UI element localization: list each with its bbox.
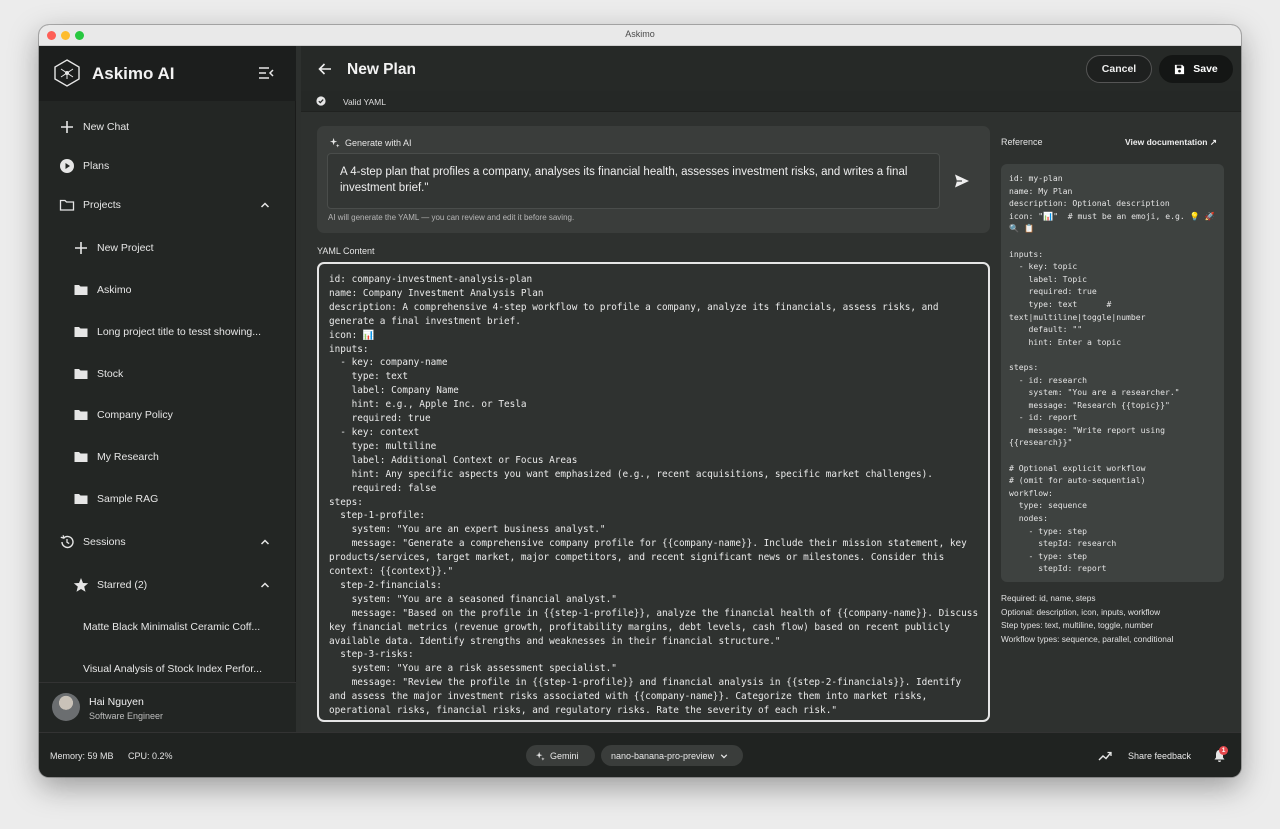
cancel-button[interactable]: Cancel [1086,55,1152,83]
sessions-label: Sessions [83,536,126,548]
validation-status: Valid YAML [343,97,386,107]
project-item[interactable]: Company Policy [39,401,296,429]
project-item[interactable]: Stock [39,360,296,388]
project-item[interactable]: Askimo [39,276,296,304]
folder-icon [74,369,88,379]
folder-outline-icon [59,199,75,211]
chevron-up-icon[interactable] [260,200,270,210]
cpu-usage: CPU: 0.2% [128,751,173,761]
ai-prompt-input[interactable]: A 4-step plan that profiles a company, a… [327,153,940,209]
save-button[interactable]: Save [1159,55,1233,83]
reference-example-code: id: my-plan name: My Plan description: O… [1009,173,1215,574]
plans-label: Plans [83,160,110,172]
reference-notes: Required: id, name, steps Optional: desc… [1001,592,1231,647]
window-title: Askimo [625,29,655,39]
yaml-content-label: YAML Content [317,246,375,256]
session-item[interactable]: Matte Black Minimalist Ceramic Coff... [39,613,296,641]
chevron-up-icon[interactable] [260,537,270,547]
project-item[interactable]: My Research [39,443,296,471]
history-icon [60,535,74,549]
chevron-down-icon [720,753,728,758]
notification-badge: 1 [1219,746,1228,755]
star-icon [73,578,89,592]
project-item-label: Sample RAG [97,493,159,505]
arrow-left-icon[interactable] [317,61,333,77]
plus-icon [75,242,87,254]
main-panel: New Plan Cancel Save Valid YAML Generate… [301,46,1241,732]
provider-selector[interactable]: Gemini [526,745,595,766]
sidebar: Askimo AI New Chat Plans Projects New Pr… [39,46,296,732]
app-window: Askimo Askimo AI New Chat Plans Projects… [39,25,1241,777]
new-chat-label: New Chat [83,121,130,133]
session-item-label: Matte Black Minimalist Ceramic Coff... [83,621,261,633]
share-feedback-button[interactable]: Share feedback [1128,751,1191,761]
sparkle-icon [535,751,545,761]
folder-icon [74,410,88,420]
title-bar: Askimo [39,25,1241,46]
status-bar: Memory: 59 MB CPU: 0.2% Gemini nano-bana… [39,732,1241,777]
reference-note: Workflow types: sequence, parallel, cond… [1001,634,1174,645]
brand-name: Askimo AI [92,64,175,83]
session-item[interactable]: Visual Analysis of Stock Index Perfor... [39,655,296,683]
folder-icon [74,285,88,295]
reference-title: Reference [1001,137,1043,147]
reference-note: Optional: description, icon, inputs, wor… [1001,606,1161,617]
plus-icon [61,121,73,133]
folder-icon [74,327,88,337]
play-circle-icon [60,159,74,173]
user-name: Hai Nguyen [89,696,144,708]
project-item-label: Long project title to tesst showing... [97,326,262,338]
save-label: Save [1193,63,1218,75]
yaml-editor-content[interactable]: id: company-investment-analysis-plan nam… [329,273,979,718]
session-item-label: Visual Analysis of Stock Index Perfor... [83,663,262,675]
page-header: New Plan Cancel Save [301,46,1241,91]
trending-up-icon[interactable] [1098,750,1112,762]
yaml-editor[interactable]: id: company-investment-analysis-plan nam… [317,262,990,722]
sidebar-item-starred[interactable]: Starred (2) [39,571,296,599]
projects-label: Projects [83,199,121,211]
project-item[interactable]: Long project title to tesst showing... [39,318,296,346]
model-label: nano-banana-pro-preview [611,750,715,761]
generate-title: Generate with AI [345,138,412,148]
view-documentation-link[interactable]: View documentation ↗ [1125,137,1217,148]
project-item[interactable]: Sample RAG [39,485,296,513]
validation-bar: Valid YAML [301,91,1241,112]
project-item-label: My Research [97,451,159,463]
generate-hint: AI will generate the YAML — you can revi… [328,213,575,222]
generate-with-ai-panel: Generate with AI A 4-step plan that prof… [317,126,990,233]
sidebar-item-plans[interactable]: Plans [39,152,296,180]
project-item-label: Stock [97,368,124,380]
sparkle-icon [329,137,340,148]
check-circle-icon [316,96,326,106]
new-chat-button[interactable]: New Chat [39,113,296,141]
floppy-disk-icon [1175,64,1185,74]
page-title: New Plan [347,61,416,78]
askimo-logo-icon [54,59,80,87]
folder-icon [74,494,88,504]
model-selector[interactable]: nano-banana-pro-preview [601,745,743,766]
new-project-button[interactable]: New Project [39,234,296,262]
project-item-label: Askimo [97,284,132,296]
sidebar-item-sessions[interactable]: Sessions [39,528,296,556]
send-icon[interactable] [953,172,971,190]
user-profile[interactable]: Hai Nguyen Software Engineer [39,682,296,732]
brand-header: Askimo AI [39,46,296,101]
reference-note: Required: id, name, steps [1001,593,1096,603]
reference-example: id: my-plan name: My Plan description: O… [1001,164,1224,582]
chevron-up-icon[interactable] [260,580,270,590]
reference-note: Step types: text, multiline, toggle, num… [1001,620,1154,631]
provider-label: Gemini [550,750,579,761]
collapse-sidebar-icon[interactable] [258,66,274,80]
memory-usage: Memory: 59 MB [50,751,114,761]
project-item-label: Company Policy [97,409,173,421]
project-item-label: New Project [97,242,154,254]
user-role: Software Engineer [89,711,164,721]
avatar [52,693,80,721]
folder-icon [74,452,88,462]
sidebar-item-projects[interactable]: Projects [39,191,296,219]
starred-label: Starred (2) [97,579,148,591]
